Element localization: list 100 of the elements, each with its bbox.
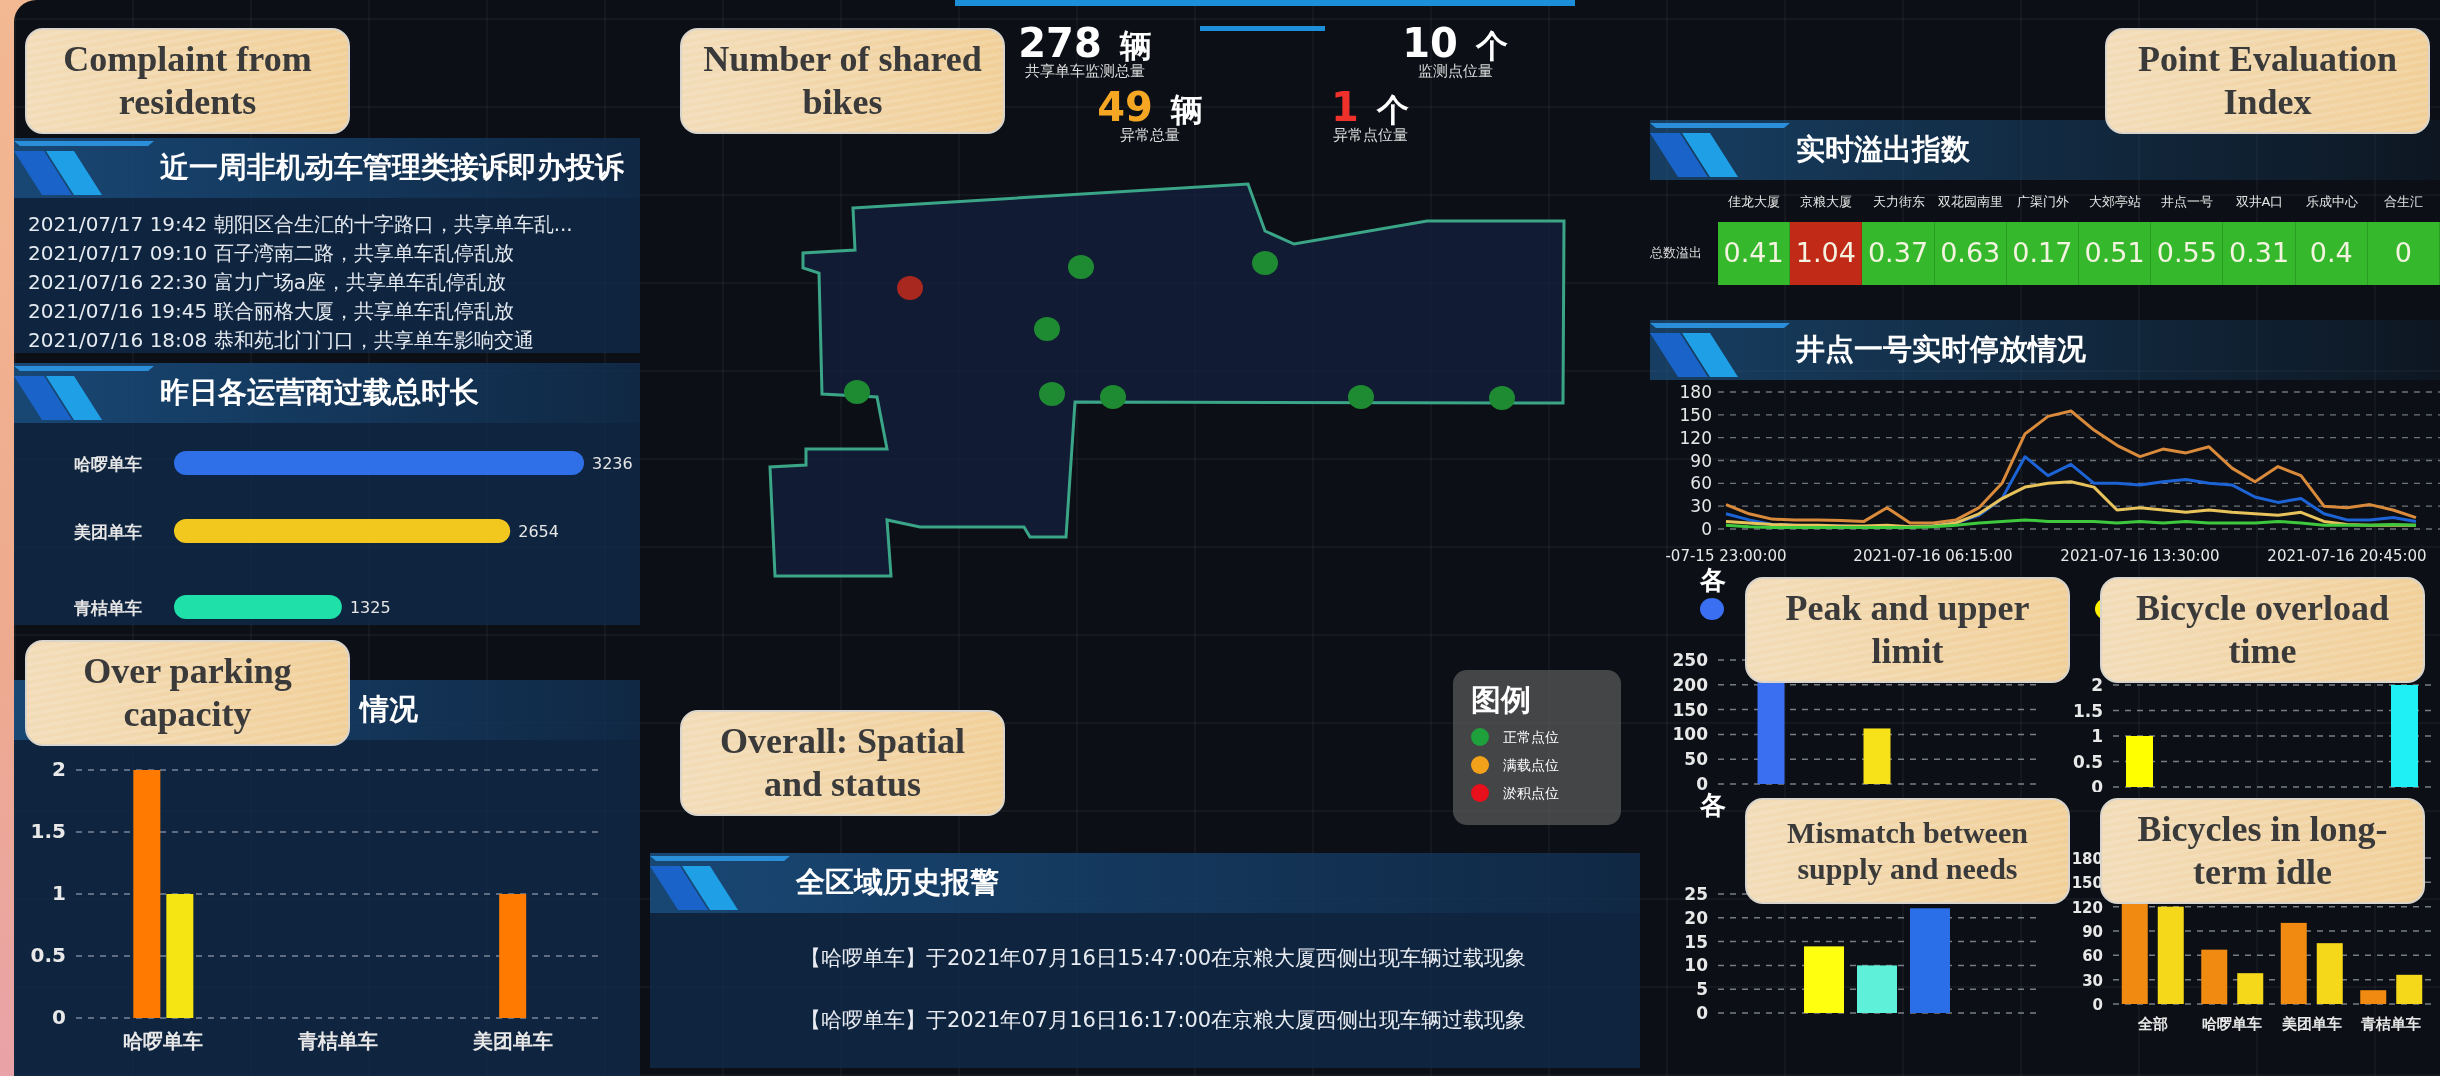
index-cell: 0.17 <box>2006 221 2079 285</box>
chart-title: 各 <box>1700 789 1727 820</box>
annotation-callout: Number of shared bikes <box>680 28 1005 134</box>
bar <box>1804 945 1844 1013</box>
panel-title: 井点一号实时停放情况 <box>1796 330 2086 368</box>
index-cell: 0.37 <box>1862 221 1935 285</box>
axis-label: 90 <box>1690 450 1712 470</box>
axis-label: 1 <box>2091 725 2103 746</box>
axis-label: 20 <box>1684 907 1708 928</box>
annotation-callout: Peak and upper limit <box>1745 577 2070 683</box>
index-cell: 0.31 <box>2223 221 2296 285</box>
axis-label: 5 <box>1696 978 1708 999</box>
axis-label: 0 <box>1696 1002 1708 1023</box>
stat-unit: 个 <box>1475 27 1508 65</box>
complaint-item[interactable]: 2021/07/17 09:10 百子湾南二路，共享单车乱停乱放 <box>28 239 626 268</box>
data-label: 3236 <box>592 454 633 473</box>
axis-label: 25 <box>1684 883 1708 904</box>
axis-label: 0.5 <box>30 943 66 967</box>
axis-label: 美团单车 <box>472 1029 553 1053</box>
axis-label: 100 <box>1672 723 1708 744</box>
axis-label: 120 <box>2071 898 2103 917</box>
complaint-item[interactable]: 2021/07/16 22:30 富力广场a座，共享单车乱停乱放 <box>28 268 626 297</box>
axis-label: 美团单车 <box>74 522 142 542</box>
annotation-callout: Overall: Spatial and status <box>680 710 1005 816</box>
axis-label: 1.5 <box>30 819 66 843</box>
axis-label: 2021-07-16 06:15:00 <box>1853 546 2013 565</box>
axis-label: 60 <box>2082 946 2103 965</box>
axis-label: 0 <box>1696 773 1708 792</box>
stat-label: 异常总量 <box>1119 127 1180 144</box>
alarm-message: 【哈啰单车】于2021年07月16日15:47:00在京粮大厦西侧出现车辆过载现象 <box>799 945 1528 972</box>
annotation-callout: Point Evaluation Index <box>2105 28 2430 134</box>
row-label: 总数溢出 <box>1650 244 1703 263</box>
panel-title: 全区域历史报警 <box>796 864 999 902</box>
legend-label: 正常点位 <box>1503 730 1559 744</box>
complaint-item[interactable]: 2021/07/17 19:42 朝阳区合生汇的十字路口，共享单车乱... <box>28 210 626 239</box>
data-label: 1325 <box>349 598 391 617</box>
stripes-icon <box>1650 123 1790 177</box>
axis-label: 青桔单车 <box>2361 1014 2422 1033</box>
column-header: 双井A口 <box>2234 193 2285 211</box>
axis-label: 0 <box>1701 518 1712 539</box>
chart-title: 各 <box>1699 564 1727 595</box>
column-header: 乐成中心 <box>2304 193 2359 211</box>
axis-label: 0 <box>52 1005 66 1029</box>
axis-label: -07-15 23:00:00 <box>1665 546 1787 565</box>
stripes-icon <box>1650 322 1790 377</box>
column-header: 广渠门外 <box>2015 193 2070 211</box>
bar <box>2360 989 2387 1004</box>
index-cell: 0 <box>2367 221 2440 285</box>
axis-label: 180 <box>1679 381 1712 402</box>
axis-label: 1.5 <box>2072 700 2103 720</box>
axis-label: 200 <box>1672 674 1708 695</box>
index-cell: 0.4 <box>2295 221 2368 285</box>
axis-label: 哈啰单车 <box>123 1029 204 1053</box>
index-cell: 0.41 <box>1718 221 1791 285</box>
axis-label: 150 <box>1679 404 1712 425</box>
column-header: 双花园南里 <box>1937 193 2005 211</box>
axis-label: 青桔单车 <box>74 598 142 618</box>
axis-label: 哈啰单车 <box>74 454 142 474</box>
axis-label: 60 <box>1690 472 1712 493</box>
stripes-icon <box>14 366 154 420</box>
column-header: 大郊亭站 <box>2088 193 2143 211</box>
complaint-item[interactable]: 2021/07/16 19:45 联合丽格大厦，共享单车乱停乱放 <box>28 297 626 326</box>
axis-label: 美团单车 <box>2281 1014 2342 1033</box>
column-header: 井点一号 <box>2160 193 2215 211</box>
bar <box>1863 727 1891 784</box>
index-cell: 1.04 <box>1790 221 1863 285</box>
column-header: 佳龙大厦 <box>1727 193 1782 211</box>
bar <box>2316 942 2343 1004</box>
stat-unit: 辆 <box>1170 90 1203 129</box>
column-header: 天力街东 <box>1871 193 1926 211</box>
panel-title: 近一周非机动车管理类接诉即办投诉 <box>160 149 624 187</box>
bar <box>2126 735 2153 787</box>
axis-label: 2 <box>2091 674 2103 695</box>
annotation-callout: Complaint from residents <box>25 28 350 134</box>
legend-title: 图例 <box>1471 682 1532 718</box>
axis-label: 1 <box>52 881 66 905</box>
stat-unit: 个 <box>1376 90 1409 129</box>
column-header: 京粮大厦 <box>1799 193 1854 211</box>
index-cell: 0.51 <box>2079 221 2152 285</box>
stat-label: 异常点位量 <box>1331 127 1408 144</box>
axis-label: 250 <box>1672 649 1708 670</box>
data-label: 2654 <box>518 522 559 541</box>
axis-label: 全部 <box>2137 1014 2168 1033</box>
legend-label: 满载点位 <box>1503 758 1559 772</box>
stripes-icon <box>650 856 790 910</box>
axis-label: 90 <box>2082 922 2103 941</box>
complaint-item[interactable]: 2021/07/16 18:08 恭和苑北门门口，共享单车影响交通 <box>28 326 626 355</box>
axis-label: 150 <box>1672 699 1708 720</box>
annotation-callout: Over parking capacity <box>25 640 350 746</box>
axis-label: 0.5 <box>2072 751 2103 771</box>
axis-label: 10 <box>1684 954 1708 975</box>
column-header: 合生汇 <box>2383 193 2425 211</box>
index-cell: 0.55 <box>2151 221 2224 285</box>
stat-label: 共享单车监测总量 <box>1024 64 1146 80</box>
legend-label: 淤积点位 <box>1503 786 1559 800</box>
axis-label: 2 <box>52 757 66 781</box>
bar <box>2237 972 2264 1004</box>
stripes-icon <box>14 141 154 195</box>
axis-label: 120 <box>1679 427 1712 448</box>
panel-title: 实时溢出指数 <box>1796 131 1970 169</box>
